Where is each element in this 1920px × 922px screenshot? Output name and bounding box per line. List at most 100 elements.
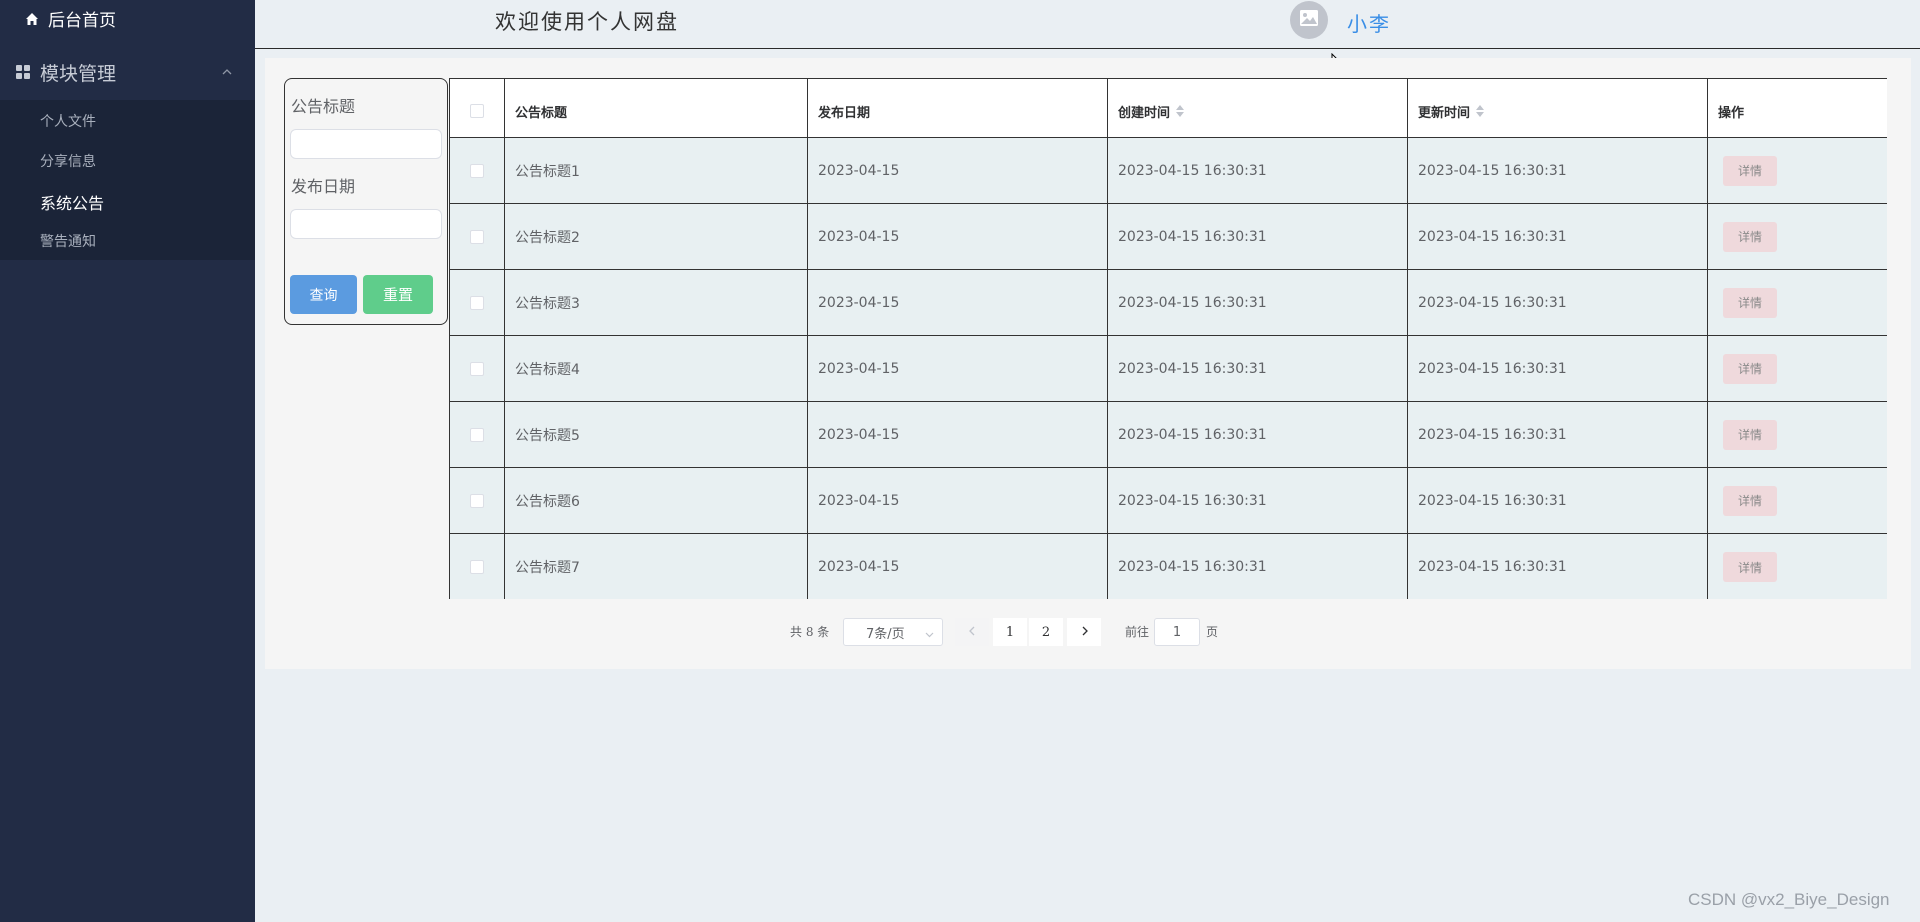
- row-checkbox[interactable]: [470, 427, 484, 442]
- page-size-select[interactable]: 7条/页: [843, 618, 943, 646]
- table-row: 公告标题1 2023-04-15 2023-04-15 16:30:31 202…: [450, 138, 1887, 204]
- title-search-input[interactable]: [290, 129, 442, 159]
- table-row: 公告标题3 2023-04-15 2023-04-15 16:30:31 202…: [450, 270, 1887, 336]
- row-select-cell: [450, 534, 505, 599]
- cell-action: 详情: [1708, 270, 1887, 335]
- cell-updated: 2023-04-15 16:30:31: [1408, 204, 1708, 269]
- row-select-cell: [450, 336, 505, 401]
- cell-action: 详情: [1708, 402, 1887, 467]
- cell-publish-date: 2023-04-15: [808, 402, 1108, 467]
- sidebar-home-label: 后台首页: [48, 11, 116, 31]
- prev-page-button[interactable]: [955, 618, 989, 646]
- sidebar-item-warning-notice[interactable]: 警告通知: [0, 222, 255, 260]
- row-checkbox[interactable]: [470, 560, 484, 574]
- cell-title: 公告标题4: [505, 336, 808, 401]
- cell-publish-date: 2023-04-15: [808, 468, 1108, 533]
- chevron-left-icon: [968, 625, 977, 640]
- cell-title: 公告标题5: [505, 402, 808, 467]
- chevron-right-icon: [1080, 625, 1089, 640]
- detail-button[interactable]: 详情: [1723, 353, 1777, 384]
- reset-button[interactable]: 重置: [363, 275, 433, 314]
- detail-button[interactable]: 详情: [1723, 419, 1777, 450]
- column-header-updated[interactable]: 更新时间: [1408, 79, 1708, 137]
- cell-updated: 2023-04-15 16:30:31: [1408, 138, 1708, 203]
- detail-button[interactable]: 详情: [1723, 552, 1777, 582]
- avatar[interactable]: [1290, 1, 1328, 39]
- detail-button[interactable]: 详情: [1723, 287, 1777, 318]
- cell-title: 公告标题6: [505, 468, 808, 533]
- cell-created: 2023-04-15 16:30:31: [1108, 534, 1408, 599]
- cell-publish-date: 2023-04-15: [808, 138, 1108, 203]
- table-header-row: 公告标题 发布日期 创建时间 更新时间 操作: [450, 78, 1887, 138]
- cell-updated: 2023-04-15 16:30:31: [1408, 402, 1708, 467]
- row-checkbox[interactable]: [470, 361, 484, 376]
- table-row: 公告标题7 2023-04-15 2023-04-15 16:30:31 202…: [450, 534, 1887, 599]
- home-icon: [24, 11, 40, 27]
- username[interactable]: 小李: [1347, 8, 1391, 37]
- row-select-cell: [450, 468, 505, 533]
- cell-updated: 2023-04-15 16:30:31: [1408, 468, 1708, 533]
- column-header-created[interactable]: 创建时间: [1108, 79, 1408, 137]
- sidebar: 后台首页 模块管理 个人文件 分享信息 系统公告 警告通知: [0, 0, 255, 922]
- next-page-button[interactable]: [1067, 618, 1101, 646]
- sort-icon[interactable]: [1176, 105, 1185, 117]
- goto-unit: 页: [1206, 624, 1219, 639]
- image-icon: [1299, 9, 1319, 31]
- cell-created: 2023-04-15 16:30:31: [1108, 204, 1408, 269]
- cell-publish-date: 2023-04-15: [808, 336, 1108, 401]
- goto-page-input[interactable]: 1: [1154, 618, 1200, 646]
- cell-created: 2023-04-15 16:30:31: [1108, 468, 1408, 533]
- cell-updated: 2023-04-15 16:30:31: [1408, 336, 1708, 401]
- row-select-cell: [450, 138, 505, 203]
- sidebar-item-label: 系统公告: [40, 194, 105, 213]
- sidebar-group-modules[interactable]: 模块管理: [0, 52, 255, 92]
- row-select-cell: [450, 204, 505, 269]
- cell-title: 公告标题1: [505, 138, 808, 203]
- sort-icon[interactable]: [1476, 105, 1485, 117]
- cell-publish-date: 2023-04-15: [808, 204, 1108, 269]
- sidebar-submenu: 个人文件 分享信息 系统公告 警告通知: [0, 100, 255, 260]
- sidebar-group-label: 模块管理: [40, 62, 117, 85]
- query-button[interactable]: 查询: [290, 275, 357, 314]
- cell-created: 2023-04-15 16:30:31: [1108, 138, 1408, 203]
- row-checkbox[interactable]: [470, 295, 484, 310]
- row-select-cell: [450, 402, 505, 467]
- search-panel: 公告标题 发布日期 查询 重置: [284, 78, 448, 325]
- row-checkbox[interactable]: [470, 163, 484, 178]
- cell-action: 详情: [1708, 468, 1887, 533]
- cell-action: 详情: [1708, 336, 1887, 401]
- detail-button[interactable]: 详情: [1723, 221, 1777, 252]
- detail-button[interactable]: 详情: [1723, 485, 1777, 516]
- page-number-2[interactable]: 2: [1029, 618, 1063, 646]
- cell-updated: 2023-04-15 16:30:31: [1408, 270, 1708, 335]
- header-select-cell: [450, 79, 505, 137]
- cell-created: 2023-04-15 16:30:31: [1108, 402, 1408, 467]
- detail-button[interactable]: 详情: [1723, 155, 1777, 186]
- column-header-title: 公告标题: [505, 79, 808, 137]
- watermark: CSDN @vx2_Biye_Design: [1688, 890, 1890, 909]
- row-select-cell: [450, 270, 505, 335]
- cell-title: 公告标题7: [505, 534, 808, 599]
- cell-action: 详情: [1708, 204, 1887, 269]
- notice-table: 公告标题 发布日期 创建时间 更新时间 操作 公告标题1 2023-04-15 …: [449, 78, 1887, 599]
- sidebar-item-share-info[interactable]: 分享信息: [0, 142, 255, 180]
- page-number-1[interactable]: 1: [993, 618, 1027, 646]
- cell-created: 2023-04-15 16:30:31: [1108, 270, 1408, 335]
- row-checkbox[interactable]: [470, 493, 484, 508]
- sidebar-item-home[interactable]: 后台首页: [0, 0, 255, 37]
- row-checkbox[interactable]: [470, 229, 484, 244]
- select-all-checkbox[interactable]: [470, 104, 484, 118]
- column-header-publish-date: 发布日期: [808, 79, 1108, 137]
- date-search-input[interactable]: [290, 209, 442, 239]
- sidebar-item-label: 分享信息: [40, 154, 96, 170]
- cell-created: 2023-04-15 16:30:31: [1108, 336, 1408, 401]
- cell-updated: 2023-04-15 16:30:31: [1408, 534, 1708, 599]
- sidebar-item-system-notice[interactable]: 系统公告: [0, 183, 255, 221]
- cell-action: 详情: [1708, 138, 1887, 203]
- page-title: 欢迎使用个人网盘: [495, 10, 679, 34]
- chevron-up-icon: [221, 66, 233, 78]
- column-header-label: 创建时间: [1118, 105, 1171, 121]
- sidebar-item-personal-files[interactable]: 个人文件: [0, 102, 255, 140]
- table-row: 公告标题5 2023-04-15 2023-04-15 16:30:31 202…: [450, 402, 1887, 468]
- column-header-label: 更新时间: [1418, 105, 1471, 121]
